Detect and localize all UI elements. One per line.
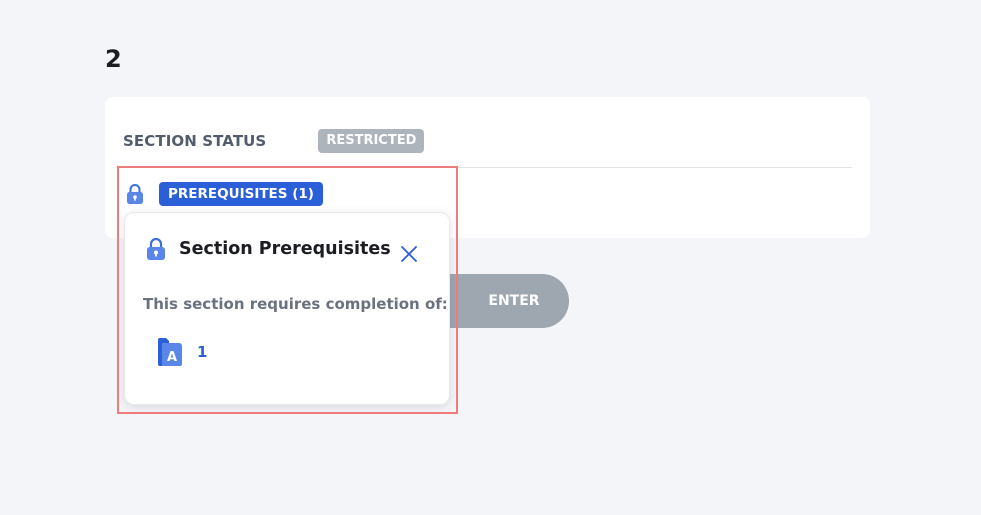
prerequisite-item-label: 1	[197, 343, 208, 361]
lock-icon	[145, 237, 167, 261]
popover-header: Section Prerequisites	[145, 237, 391, 261]
section-status-label: SECTION STATUS	[123, 132, 267, 150]
status-row: SECTION STATUS RESTRICTED	[123, 129, 852, 153]
prerequisites-badge[interactable]: PREREQUISITES (1)	[159, 182, 323, 206]
section-number: 2	[105, 45, 122, 73]
status-badge: RESTRICTED	[318, 129, 425, 153]
svg-text:A: A	[167, 350, 177, 365]
close-icon[interactable]	[399, 244, 419, 264]
folder-a-icon: A	[157, 337, 183, 367]
divider	[123, 167, 852, 168]
prerequisites-row: PREREQUISITES (1)	[125, 182, 323, 206]
prerequisites-popover: Section Prerequisites This section requi…	[124, 212, 450, 405]
popover-description: This section requires completion of:	[143, 295, 448, 313]
lock-icon	[125, 183, 145, 205]
popover-title: Section Prerequisites	[179, 239, 391, 259]
prerequisite-item[interactable]: A 1	[157, 337, 207, 367]
